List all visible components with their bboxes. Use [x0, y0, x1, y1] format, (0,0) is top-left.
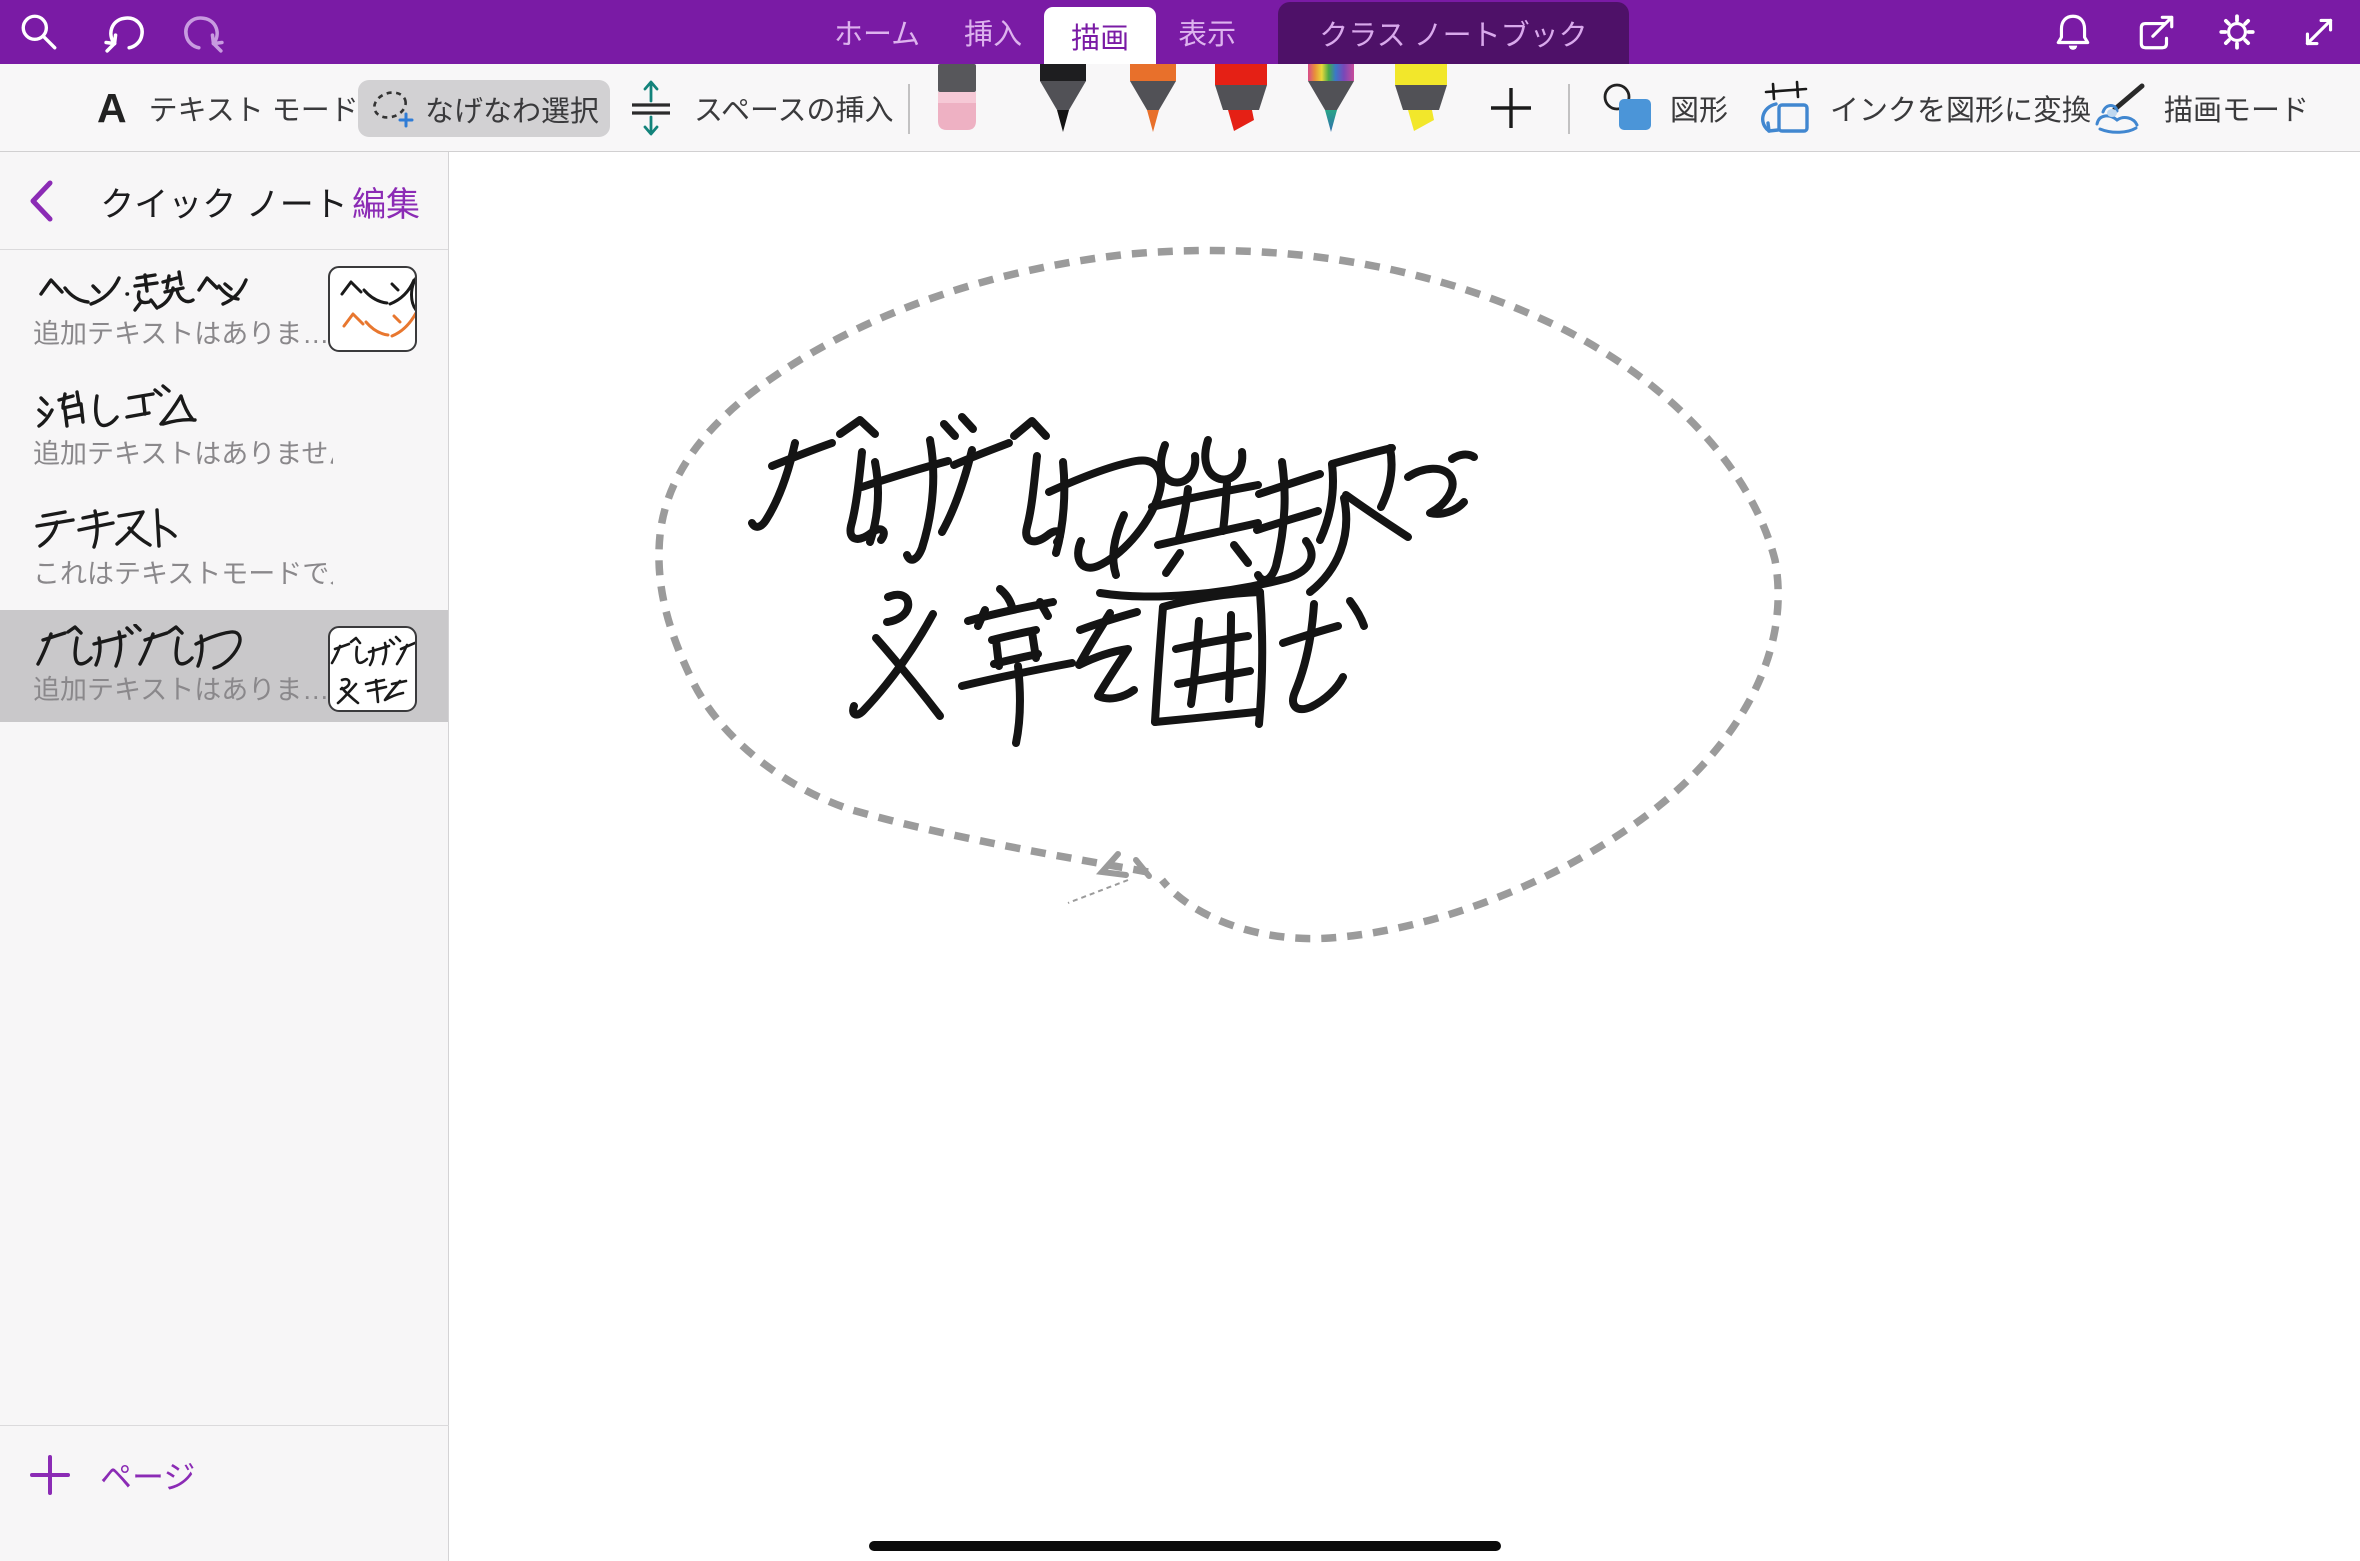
- page-thumbnail: なげなわ 文章を: [328, 626, 417, 712]
- handwritten-page-title: ペン・蛍光ペン: [35, 264, 250, 312]
- yellow-highlighter-tool[interactable]: [1394, 64, 1448, 134]
- home-indicator[interactable]: [869, 1541, 1501, 1551]
- toolbar-divider: [908, 84, 910, 134]
- redo-icon[interactable]: [182, 11, 224, 53]
- galaxy-pen-icon: [1304, 64, 1358, 134]
- handwritten-page-title: なげなわ: [35, 624, 250, 672]
- page-thumbnail: ペン ペン: [328, 266, 417, 352]
- notifications-bell-icon[interactable]: [2052, 11, 2094, 53]
- insert-space-label: スペースの挿入: [694, 87, 894, 129]
- orange-pen-icon: [1126, 64, 1180, 134]
- sidebar-footer: ページ: [0, 1425, 449, 1561]
- toolbar-divider: [1568, 84, 1570, 134]
- fullscreen-expand-icon[interactable]: [2298, 11, 2340, 53]
- shapes-label: 図形: [1670, 87, 1728, 129]
- handwritten-ink-line1[interactable]: なげなわ選択で: [752, 417, 1474, 597]
- page-list-item-lasso[interactable]: なげなわ 追加テキストはありま… なげなわ 文章を: [0, 610, 448, 722]
- red-highlighter-tool[interactable]: [1214, 64, 1268, 134]
- page-list-item-text[interactable]: テキスト これはテキストモードで入力し…: [0, 490, 448, 610]
- insert-space-icon: [628, 79, 676, 137]
- draw-mode-hand-pen-icon: [2090, 80, 2148, 136]
- galaxy-pen-tool[interactable]: [1304, 64, 1358, 134]
- page-list-item-eraser[interactable]: 消しゴム 追加テキストはありません: [0, 370, 448, 490]
- shapes-button[interactable]: 図形: [1600, 64, 1728, 152]
- add-page-button[interactable]: ページ: [30, 1452, 195, 1498]
- add-page-label: ページ: [100, 1452, 195, 1498]
- ink-to-shape-label: インクを図形に変換: [1830, 87, 2091, 129]
- eraser-icon: [930, 64, 984, 134]
- undo-icon[interactable]: [104, 11, 146, 53]
- red-highlighter-icon: [1214, 64, 1268, 134]
- tab-insert[interactable]: 挿入: [942, 0, 1044, 64]
- handwritten-page-title: テキスト: [35, 504, 185, 552]
- text-mode-button[interactable]: A テキスト モード: [97, 64, 359, 152]
- draw-mode-label: 描画モード: [2164, 87, 2309, 129]
- plus-icon: [30, 1455, 70, 1495]
- lasso-icon: [369, 86, 415, 132]
- search-icon[interactable]: [18, 11, 60, 53]
- page-list-sidebar: クイック ノート 編集 ペン・蛍光ペン 追加テキストはありま… ペン ペン: [0, 152, 449, 1561]
- drawing-toolbar: A テキスト モード なげなわ選択 スペースの挿入: [0, 64, 2360, 152]
- orange-pen-tool[interactable]: [1126, 64, 1180, 134]
- shapes-icon: [1600, 82, 1656, 134]
- page-subtitle: 追加テキストはありま…: [33, 668, 329, 707]
- text-mode-label: テキスト モード: [149, 87, 359, 129]
- ink-to-shape-button[interactable]: インクを図形に変換: [1756, 64, 2091, 152]
- note-canvas[interactable]: lasso なげなわ選択で: [450, 152, 2360, 1561]
- sidebar-header: クイック ノート 編集: [0, 152, 448, 250]
- text-mode-a-icon: A: [97, 85, 127, 132]
- page-subtitle: これはテキストモードで入力し…: [33, 552, 333, 591]
- edit-button[interactable]: 編集: [352, 152, 420, 250]
- add-pen-button[interactable]: [1488, 64, 1534, 152]
- tab-draw[interactable]: 描画: [1044, 7, 1156, 64]
- tab-view[interactable]: 表示: [1156, 0, 1258, 64]
- ink-to-shape-icon: [1756, 80, 1814, 136]
- page-subtitle: 追加テキストはありません: [33, 432, 333, 471]
- ink-drawing-layer: lasso なげなわ選択で: [450, 152, 2360, 1561]
- settings-gear-icon[interactable]: [2216, 11, 2258, 53]
- lasso-select-label: なげなわ選択: [425, 88, 599, 130]
- page-list-item-pen-highlighter[interactable]: ペン・蛍光ペン 追加テキストはありま… ペン ペン: [0, 250, 448, 370]
- yellow-highlighter-icon: [1394, 64, 1448, 134]
- lasso-select-button[interactable]: なげなわ選択: [358, 80, 610, 137]
- tab-class-notebook[interactable]: クラス ノートブック: [1278, 2, 1628, 64]
- top-app-bar: ホーム 挿入 描画 表示 クラス ノートブック: [0, 0, 2360, 64]
- page-subtitle: 追加テキストはありま…: [33, 312, 329, 351]
- eraser-tool[interactable]: [930, 64, 984, 134]
- tab-home[interactable]: ホーム: [812, 0, 942, 64]
- handwritten-ink-line2[interactable]: 文章を囲む: [853, 589, 1364, 743]
- black-pen-tool[interactable]: [1036, 64, 1090, 134]
- handwritten-page-title: 消しゴム: [35, 384, 205, 432]
- ribbon-tabs: ホーム 挿入 描画 表示 クラス ノートブック: [812, 0, 1629, 64]
- draw-mode-button[interactable]: 描画モード: [2090, 64, 2309, 152]
- insert-space-button[interactable]: スペースの挿入: [628, 64, 894, 152]
- plus-icon: [1488, 85, 1534, 131]
- share-icon[interactable]: [2135, 11, 2177, 53]
- black-pen-icon: [1036, 64, 1090, 134]
